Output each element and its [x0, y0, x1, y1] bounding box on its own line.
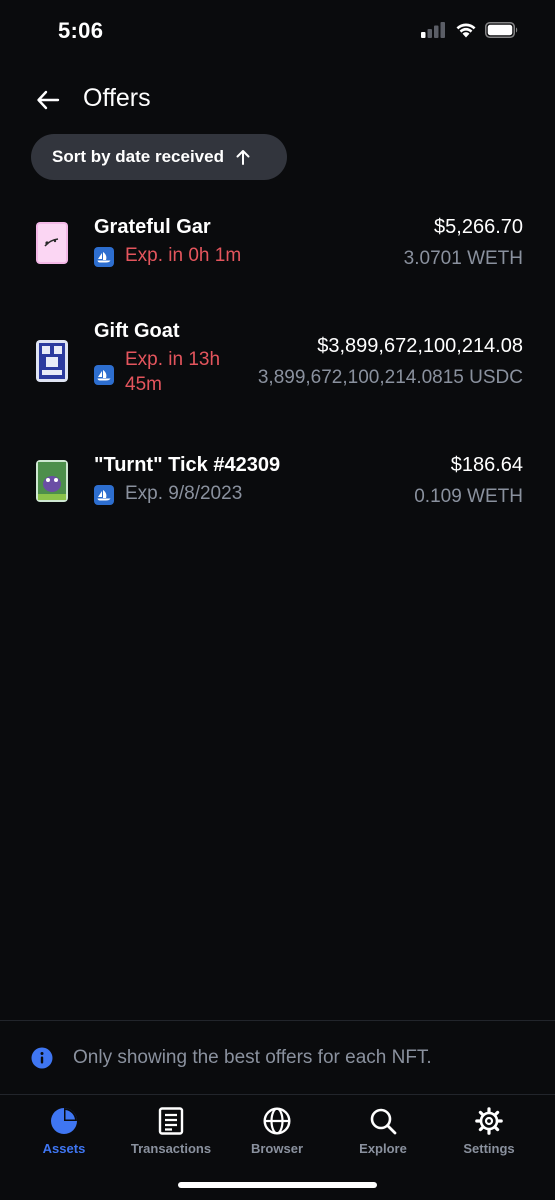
arrow-left-icon — [37, 90, 60, 110]
nft-thumbnail — [36, 340, 68, 382]
tab-label: Assets — [42, 1141, 86, 1156]
opensea-icon — [94, 247, 114, 267]
arrow-up-icon — [236, 150, 250, 165]
globe-icon — [263, 1107, 291, 1135]
tab-label: Browser — [250, 1141, 304, 1156]
nft-thumbnail — [36, 222, 68, 264]
expiry-row: Exp. 9/8/2023 — [94, 483, 242, 509]
nft-name: Grateful Gar — [94, 216, 211, 238]
document-icon — [158, 1107, 184, 1135]
home-indicator[interactable] — [178, 1182, 377, 1188]
battery-icon — [485, 22, 518, 38]
nft-name: "Turnt" Tick #42309 — [94, 454, 281, 476]
info-text: Only showing the best offers for each NF… — [73, 1047, 432, 1068]
status-icons — [421, 22, 519, 38]
tab-explore[interactable]: Explore — [328, 1107, 438, 1156]
divider — [0, 1020, 555, 1021]
opensea-icon — [94, 485, 114, 505]
tab-label: Explore — [359, 1141, 407, 1156]
search-icon — [370, 1108, 397, 1135]
gear-icon — [475, 1107, 503, 1135]
info-icon — [31, 1047, 53, 1069]
offer-row[interactable]: Gift Goat Exp. in 13h 45m $3,899,672,100… — [0, 318, 555, 408]
offer-amount-crypto: 3.0701 WETH — [403, 248, 523, 269]
offer-price-usd: $186.64 — [450, 454, 523, 476]
tab-label: Transactions — [130, 1141, 212, 1156]
nft-image-icon — [36, 222, 68, 264]
cellular-signal-icon — [421, 22, 445, 38]
offer-price-usd: $5,266.70 — [434, 216, 523, 238]
nft-image-icon — [36, 460, 68, 502]
offer-price-usd: $3,899,672,100,214.08 — [317, 335, 523, 357]
offer-row[interactable]: "Turnt" Tick #42309 Exp. 9/8/2023 $186.6… — [0, 452, 555, 518]
expiry-row: Exp. in 0h 1m — [94, 245, 241, 271]
expiry-text: Exp. 9/8/2023 — [125, 483, 243, 504]
header: Offers — [0, 78, 555, 122]
status-time: 5:06 — [58, 18, 104, 43]
tab-transactions[interactable]: Transactions — [116, 1107, 226, 1156]
status-bar: 5:06 — [0, 0, 555, 62]
wifi-icon — [456, 23, 476, 38]
expiry-text: Exp. in 0h 1m — [125, 245, 242, 266]
nft-name: Gift Goat — [94, 320, 180, 342]
sort-label: Sort by date received — [52, 147, 224, 166]
sort-button[interactable]: Sort by date received — [31, 134, 287, 180]
nft-image-icon — [36, 340, 68, 382]
offer-amount-crypto: 3,899,672,100,214.0815 USDC — [257, 367, 523, 388]
expiry-row: Exp. in 13h 45m — [94, 349, 220, 414]
page-title: Offers — [83, 84, 151, 112]
tab-assets[interactable]: Assets — [9, 1107, 119, 1156]
opensea-icon — [94, 365, 114, 385]
back-button[interactable] — [30, 82, 66, 118]
tab-settings[interactable]: Settings — [434, 1107, 544, 1156]
offer-row[interactable]: Grateful Gar Exp. in 0h 1m $5,266.70 3.0… — [0, 214, 555, 280]
tab-browser[interactable]: Browser — [222, 1107, 332, 1156]
tab-label: Settings — [463, 1141, 515, 1156]
info-banner: Only showing the best offers for each NF… — [0, 1022, 555, 1094]
offer-amount-crypto: 0.109 WETH — [414, 486, 523, 507]
pie-chart-icon — [51, 1108, 77, 1134]
nft-thumbnail — [36, 460, 68, 502]
